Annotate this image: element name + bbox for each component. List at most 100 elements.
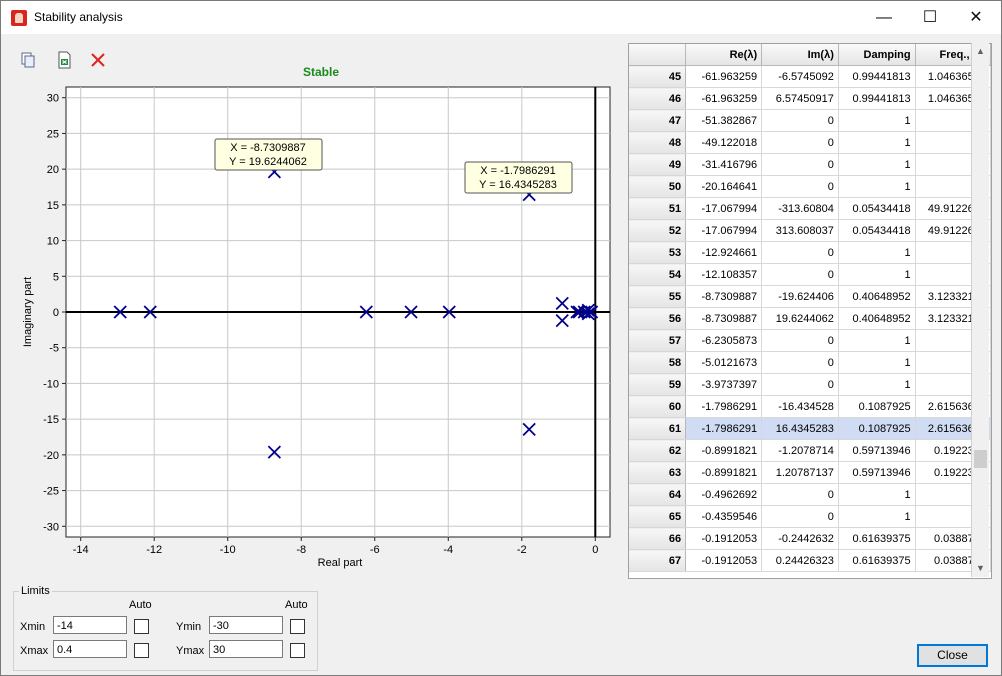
- xmin-input[interactable]: -14: [53, 616, 127, 634]
- y-tick-label: -15: [43, 414, 59, 426]
- table-row[interactable]: 62 -0.8991821 -1.2078714 0.59713946 0.192238…: [629, 439, 991, 462]
- table-cell: 0: [761, 351, 839, 374]
- scroll-thumb[interactable]: [974, 450, 987, 468]
- ymax-input[interactable]: 30: [209, 640, 283, 658]
- table-row[interactable]: 49-31.416796010: [629, 153, 991, 176]
- ymin-input[interactable]: -30: [209, 616, 283, 634]
- table-scrollbar[interactable]: ▲ ▼: [971, 43, 989, 577]
- table-row[interactable]: 66 -0.1912053 -0.2442632 0.61639375 0.038875…: [629, 527, 991, 550]
- table-cell: -0.8991821: [685, 461, 763, 484]
- table-cell: 0.99441813: [838, 65, 916, 88]
- row-index: 67: [629, 549, 687, 572]
- xmax-input[interactable]: 0.4: [53, 640, 127, 658]
- table-cell: 16.4345283: [761, 417, 839, 440]
- table-cell: -3.9737397: [685, 373, 763, 396]
- row-index: 66: [629, 527, 687, 550]
- scroll-down-icon[interactable]: ▼: [972, 560, 989, 577]
- table-row[interactable]: 63 -0.8991821 1.20787137 0.59713946 0.192238…: [629, 461, 991, 484]
- table-row[interactable]: 45 -61.963259 -6.5745092 0.99441813 1.046365…: [629, 65, 991, 88]
- close-icon[interactable]: ✕: [953, 1, 999, 34]
- table-cell: -49.122018: [685, 131, 763, 154]
- row-index: 57: [629, 329, 687, 352]
- column-header[interactable]: [629, 44, 687, 66]
- y-tick-label: 5: [53, 271, 59, 283]
- table-cell: -0.2442632: [761, 527, 839, 550]
- row-index: 45: [629, 65, 687, 88]
- row-index: 53: [629, 241, 687, 264]
- table-row[interactable]: 65-0.4359546010: [629, 505, 991, 528]
- x-tick-label: -8: [296, 544, 306, 556]
- table-row[interactable]: 54-12.108357010: [629, 263, 991, 286]
- table-row[interactable]: 59-3.9737397010: [629, 373, 991, 396]
- table-cell: -0.1912053: [685, 527, 763, 550]
- column-header[interactable]: Damping: [838, 44, 916, 66]
- tooltip-x: X = -1.7986291: [480, 165, 556, 177]
- maximize-icon[interactable]: ☐: [907, 1, 953, 34]
- table-row[interactable]: 58-5.0121673010: [629, 351, 991, 374]
- row-index: 54: [629, 263, 687, 286]
- column-header[interactable]: Im(λ): [761, 44, 839, 66]
- scroll-up-icon[interactable]: ▲: [972, 43, 989, 60]
- table-cell: -19.624406: [761, 285, 839, 308]
- table-cell: 0.59713946: [838, 461, 916, 484]
- column-header[interactable]: Re(λ): [685, 44, 763, 66]
- table-row[interactable]: 55 -8.7309887 -19.624406 0.40648952 3.123321…: [629, 285, 991, 308]
- table-row[interactable]: 46 -61.963259 6.57450917 0.99441813 1.046365…: [629, 87, 991, 110]
- xmin-auto-checkbox[interactable]: [134, 619, 149, 634]
- row-index: 64: [629, 483, 687, 506]
- table-cell: 1: [838, 505, 916, 528]
- table-cell: 1: [838, 263, 916, 286]
- window-title: Stability analysis: [34, 10, 123, 24]
- table-row[interactable]: 52 -17.067994 313.608037 0.05434418 49.91226…: [629, 219, 991, 242]
- x-tick-label: -10: [220, 544, 236, 556]
- table-cell: 0: [761, 131, 839, 154]
- x-axis-label: Real part: [318, 557, 363, 569]
- table-row[interactable]: 53-12.924661010: [629, 241, 991, 264]
- x-tick-label: -4: [443, 544, 453, 556]
- table-row[interactable]: 57-6.2305873010: [629, 329, 991, 352]
- table-cell: 1: [838, 483, 916, 506]
- ymax-label: Ymax: [176, 645, 205, 657]
- table-row[interactable]: 48-49.122018010: [629, 131, 991, 154]
- row-index: 65: [629, 505, 687, 528]
- table-row[interactable]: 60 -1.7986291 -16.434528 0.1087925 2.6156364…: [629, 395, 991, 418]
- table-row[interactable]: 56 -8.7309887 19.6244062 0.40648952 3.123321…: [629, 307, 991, 330]
- table-row[interactable]: 50-20.164641010: [629, 175, 991, 198]
- table-cell: 1: [838, 351, 916, 374]
- table-row[interactable]: 61 -1.7986291 16.4345283 0.1087925 2.6156364…: [629, 417, 991, 440]
- table-cell: -51.382867: [685, 109, 763, 132]
- row-index: 60: [629, 395, 687, 418]
- row-index: 63: [629, 461, 687, 484]
- xmax-label: Xmax: [20, 645, 49, 657]
- close-button[interactable]: Close: [917, 644, 988, 667]
- table-cell: 0.1087925: [838, 395, 916, 418]
- minimize-icon[interactable]: —: [861, 1, 907, 34]
- table-cell: 19.6244062: [761, 307, 839, 330]
- y-tick-label: -5: [49, 343, 59, 355]
- table-cell: -1.7986291: [685, 417, 763, 440]
- table-cell: 0: [761, 483, 839, 506]
- table-cell: -61.963259: [685, 65, 763, 88]
- row-index: 46: [629, 87, 687, 110]
- row-index: 55: [629, 285, 687, 308]
- eigenvalue-table[interactable]: Re(λ) Im(λ) Damping Freq., Hz 45 -61.963259-…: [628, 43, 992, 579]
- root-locus-chart[interactable]: Stable -14 -12 -10 -8 -6 -4 -2 0302520151050-5-…: [11, 43, 625, 577]
- table-row[interactable]: 51 -17.067994 -313.60804 0.05434418 49.91226…: [629, 197, 991, 220]
- y-tick-label: 15: [47, 200, 59, 212]
- table-cell: -8.7309887: [685, 285, 763, 308]
- table-cell: -0.4359546: [685, 505, 763, 528]
- table-row[interactable]: 47-51.382867010: [629, 109, 991, 132]
- table-cell: -6.5745092: [761, 65, 839, 88]
- x-tick-label: -6: [370, 544, 380, 556]
- y-tick-label: -10: [43, 378, 59, 390]
- stability-analysis-window: Stability analysis — ☐ ✕ Stable -14 -12 -1…: [0, 0, 1002, 676]
- x-tick-label: 0: [592, 544, 598, 556]
- ymin-auto-checkbox[interactable]: [290, 619, 305, 634]
- ymax-auto-checkbox[interactable]: [290, 643, 305, 658]
- table-row[interactable]: 64-0.4962692010: [629, 483, 991, 506]
- x-tick-label: -12: [146, 544, 162, 556]
- xmax-auto-checkbox[interactable]: [134, 643, 149, 658]
- table-row[interactable]: 67 -0.1912053 0.24426323 0.61639375 0.038875…: [629, 549, 991, 572]
- y-tick-label: 20: [47, 164, 59, 176]
- table-cell: -12.924661: [685, 241, 763, 264]
